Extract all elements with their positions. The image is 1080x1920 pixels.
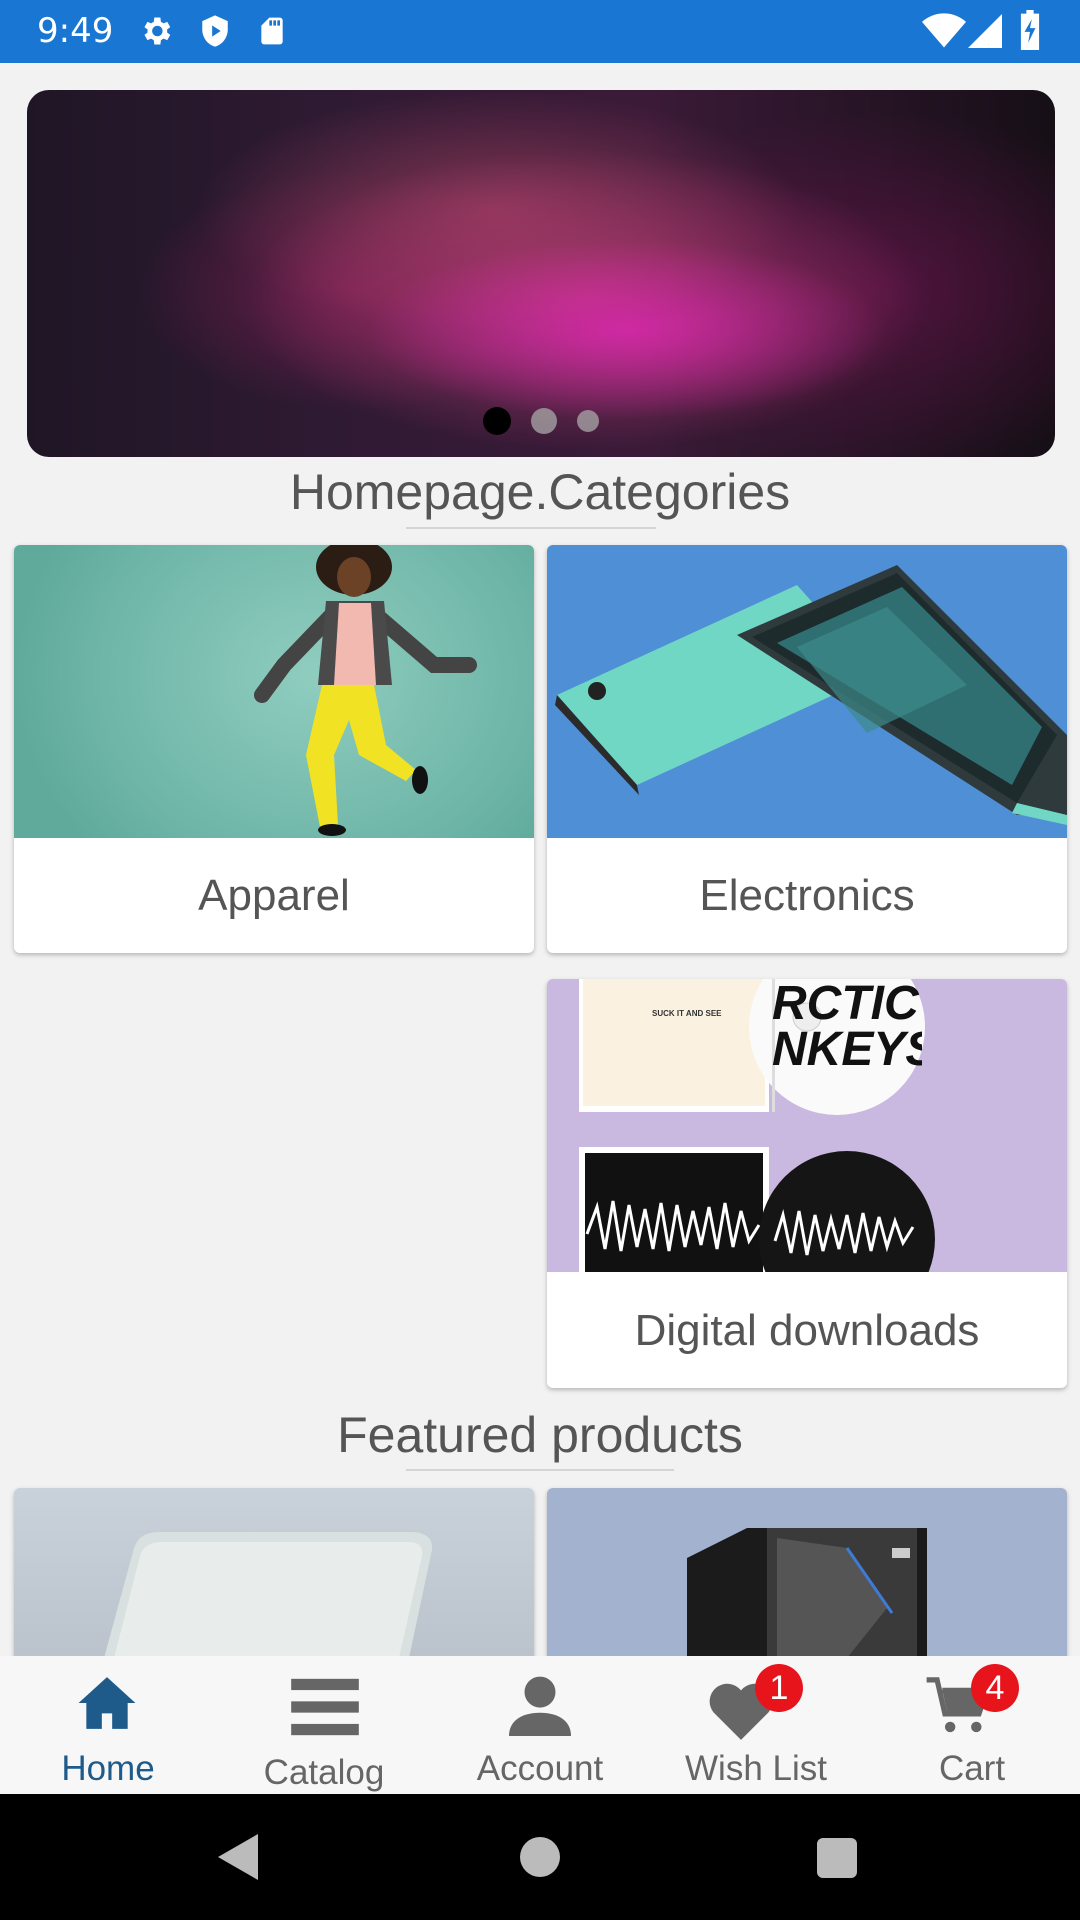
featured-title-underline bbox=[406, 1469, 674, 1471]
nav-label-account: Account bbox=[476, 1749, 604, 1788]
laptop-image bbox=[104, 1532, 433, 1658]
signal-icon bbox=[968, 14, 1002, 48]
slider-dot[interactable] bbox=[531, 408, 557, 434]
status-bar: 9:49 bbox=[0, 0, 1080, 63]
cart-badge: 4 bbox=[971, 1664, 1019, 1712]
nav-item-wish-list[interactable]: 1 Wish List bbox=[648, 1656, 864, 1794]
category-label: Electronics bbox=[699, 870, 915, 920]
system-nav-bar bbox=[0, 1794, 1080, 1920]
electronics-image bbox=[547, 545, 1067, 838]
nav-label-catalog: Catalog bbox=[263, 1753, 385, 1792]
banner-slider[interactable] bbox=[27, 90, 1055, 457]
nav-item-home[interactable]: Home bbox=[0, 1656, 216, 1794]
category-card-apparel[interactable]: Apparel bbox=[14, 545, 534, 953]
category-card-digital-downloads[interactable]: SUCK IT AND SEE RCTIC NKEYS Digital down… bbox=[547, 979, 1067, 1388]
person-icon bbox=[509, 1676, 571, 1736]
album-text: SUCK IT AND SEE bbox=[652, 1009, 722, 1018]
menu-icon bbox=[291, 1678, 359, 1736]
category-label: Apparel bbox=[198, 870, 350, 920]
wish-list-badge: 1 bbox=[755, 1664, 803, 1712]
home-circle-icon[interactable] bbox=[520, 1837, 560, 1877]
bottom-nav: Home Catalog Account 1 Wish List 4 Cart bbox=[0, 1656, 1080, 1794]
categories-title: Homepage.Categories bbox=[289, 464, 791, 520]
recents-icon[interactable] bbox=[817, 1838, 857, 1878]
nav-item-cart[interactable]: 4 Cart bbox=[864, 1656, 1080, 1794]
gear-icon bbox=[144, 17, 171, 45]
categories-title-underline bbox=[406, 527, 656, 529]
apparel-image bbox=[14, 545, 534, 838]
home-icon bbox=[78, 1677, 136, 1729]
nav-label-cart: Cart bbox=[938, 1749, 1006, 1788]
album-band-text: RCTIC NKEYS bbox=[772, 981, 922, 1073]
slider-dots bbox=[27, 407, 1055, 435]
slider-dot-active[interactable] bbox=[483, 407, 511, 435]
nav-label-home: Home bbox=[61, 1749, 155, 1788]
nav-item-catalog[interactable]: Catalog bbox=[216, 1656, 432, 1794]
digital-downloads-image: SUCK IT AND SEE RCTIC NKEYS bbox=[547, 979, 1067, 1272]
nav-item-account[interactable]: Account bbox=[432, 1656, 648, 1794]
shield-play-icon bbox=[202, 15, 228, 47]
nav-label-wish-list: Wish List bbox=[685, 1749, 827, 1788]
server-image bbox=[687, 1528, 927, 1658]
category-label: Digital downloads bbox=[634, 1305, 980, 1355]
category-card-electronics[interactable]: Electronics bbox=[547, 545, 1067, 953]
featured-title: Featured products bbox=[337, 1407, 743, 1463]
slider-dot[interactable] bbox=[577, 410, 599, 432]
battery-charging-icon bbox=[1020, 10, 1040, 50]
status-time: 9:49 bbox=[37, 11, 114, 51]
wifi-icon bbox=[922, 13, 966, 48]
back-icon[interactable] bbox=[218, 1834, 258, 1880]
sd-card-icon bbox=[261, 17, 283, 45]
